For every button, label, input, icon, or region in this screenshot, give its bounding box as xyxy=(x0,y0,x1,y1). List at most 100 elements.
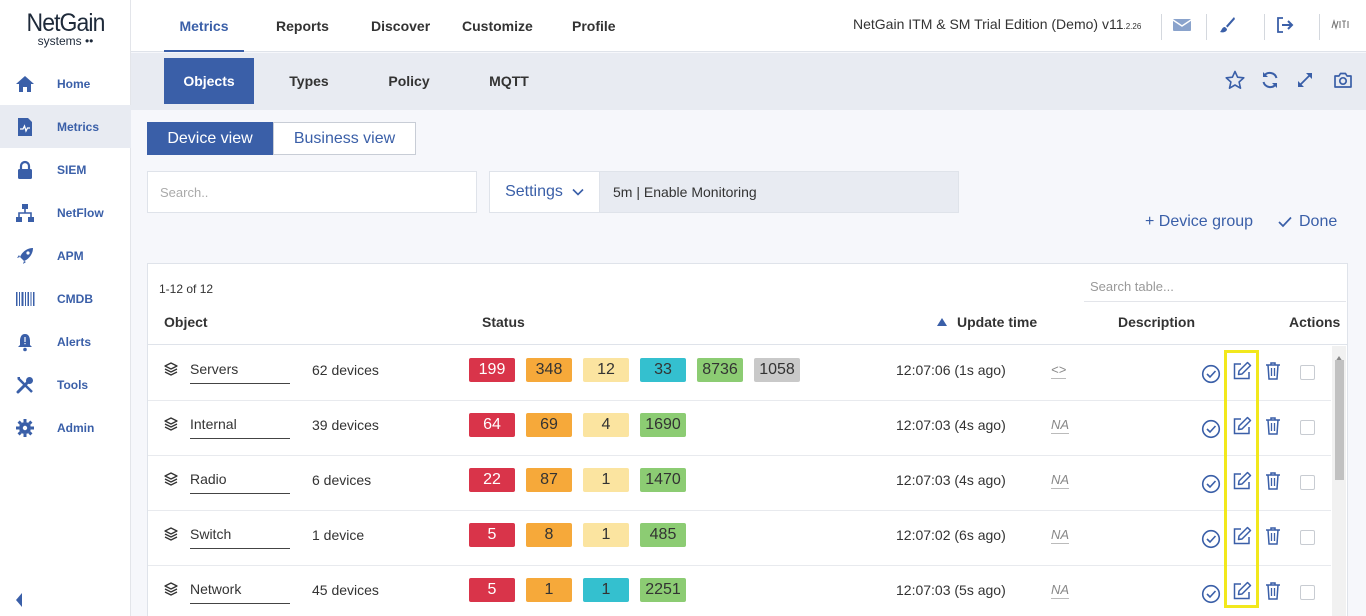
description-value[interactable]: <> xyxy=(1051,362,1067,379)
description-value[interactable]: NA xyxy=(1051,527,1070,544)
status-badge[interactable]: 4 xyxy=(583,413,629,437)
search-input[interactable] xyxy=(147,171,477,213)
sidebar-item-home[interactable]: Home xyxy=(0,62,131,105)
row-checkbox[interactable] xyxy=(1300,475,1315,490)
refresh-button[interactable] xyxy=(1258,70,1282,94)
fullscreen-button[interactable] xyxy=(1293,70,1317,94)
screenshot-button[interactable] xyxy=(1331,70,1355,94)
object-name[interactable]: Network xyxy=(190,581,290,604)
subtab-mqtt[interactable]: MQTT xyxy=(464,58,554,104)
layers-icon xyxy=(164,582,178,601)
subtab-types[interactable]: Types xyxy=(264,58,354,104)
sidebar-item-netflow[interactable]: NetFlow xyxy=(0,191,131,234)
status-badge[interactable]: 1 xyxy=(526,578,572,602)
edit-button[interactable] xyxy=(1231,360,1253,382)
object-name[interactable]: Radio xyxy=(190,471,290,494)
edit-button[interactable] xyxy=(1231,415,1253,437)
description-value[interactable]: NA xyxy=(1051,472,1070,489)
table-row[interactable]: Servers 62 devices 199 348 12 33 8736 1058 12:07… xyxy=(148,346,1331,401)
status-badge[interactable]: 69 xyxy=(526,413,572,437)
logout-button[interactable] xyxy=(1264,14,1304,40)
sidebar-item-siem[interactable]: SIEM xyxy=(0,148,131,191)
status-badge[interactable]: 64 xyxy=(469,413,515,437)
subtab-objects[interactable]: Objects xyxy=(164,58,254,104)
edit-button[interactable] xyxy=(1231,580,1253,602)
row-checkbox[interactable] xyxy=(1300,365,1315,380)
header-description[interactable]: Description xyxy=(1118,314,1195,330)
table-scrollbar[interactable] xyxy=(1332,346,1346,616)
object-name[interactable]: Switch xyxy=(190,526,290,549)
header-status[interactable]: Status xyxy=(482,314,525,330)
user-avatar[interactable] xyxy=(1319,14,1359,40)
sidebar-item-apm[interactable]: APM xyxy=(0,234,131,277)
subtab-policy[interactable]: Policy xyxy=(364,58,454,104)
tab-metrics[interactable]: Metrics xyxy=(164,0,244,52)
collapse-sidebar-icon[interactable] xyxy=(14,592,24,613)
theme-button[interactable] xyxy=(1206,14,1246,40)
check-status-button[interactable] xyxy=(1200,418,1222,440)
favorite-button[interactable] xyxy=(1223,70,1247,94)
sidebar-item-metrics[interactable]: Metrics xyxy=(0,105,131,148)
sidebar-item-cmdb[interactable]: CMDB xyxy=(0,277,131,320)
netgain-logo[interactable]: NetGain systems •• xyxy=(0,10,131,47)
row-checkbox[interactable] xyxy=(1300,530,1315,545)
edit-button[interactable] xyxy=(1231,525,1253,547)
object-name[interactable]: Internal xyxy=(190,416,290,439)
check-status-button[interactable] xyxy=(1200,473,1222,495)
header-update-time[interactable]: Update time xyxy=(937,314,1037,330)
delete-button[interactable] xyxy=(1262,360,1284,382)
status-badge[interactable]: 5 xyxy=(469,578,515,602)
business-view-button[interactable]: Business view xyxy=(273,122,416,155)
sidebar-item-alerts[interactable]: Alerts xyxy=(0,320,131,363)
tab-profile[interactable]: Profile xyxy=(572,0,616,52)
status-badge[interactable]: 1 xyxy=(583,578,629,602)
table-row[interactable]: Switch 1 device 5 8 1 485 12:07:02 (6s ago) NA xyxy=(148,511,1331,566)
row-checkbox[interactable] xyxy=(1300,420,1315,435)
table-row[interactable]: Internal 39 devices 64 69 4 1690 12:07:03 (4s … xyxy=(148,401,1331,456)
mail-button[interactable] xyxy=(1161,14,1201,40)
status-badge[interactable]: 485 xyxy=(640,523,686,547)
delete-button[interactable] xyxy=(1262,580,1284,602)
header-object[interactable]: Object xyxy=(164,314,208,330)
status-badge[interactable]: 8736 xyxy=(697,358,743,382)
status-badge[interactable]: 1 xyxy=(583,523,629,547)
status-badge[interactable]: 5 xyxy=(469,523,515,547)
settings-dropdown[interactable]: Settings xyxy=(489,171,600,213)
device-view-button[interactable]: Device view xyxy=(147,122,273,155)
scrollbar-thumb[interactable] xyxy=(1335,360,1344,480)
table-row[interactable]: Radio 6 devices 22 87 1 1470 12:07:03 (4s ago)… xyxy=(148,456,1331,511)
delete-button[interactable] xyxy=(1262,415,1284,437)
delete-button[interactable] xyxy=(1262,470,1284,492)
status-badge[interactable]: 22 xyxy=(469,468,515,492)
object-name[interactable]: Servers xyxy=(190,361,290,384)
status-badge[interactable]: 1058 xyxy=(754,358,800,382)
table-search-input[interactable] xyxy=(1084,272,1346,302)
row-checkbox[interactable] xyxy=(1300,585,1315,600)
status-badge[interactable]: 33 xyxy=(640,358,686,382)
status-badge[interactable]: 1690 xyxy=(640,413,686,437)
delete-button[interactable] xyxy=(1262,525,1284,547)
done-button[interactable]: Done xyxy=(1278,213,1337,231)
sidebar-item-admin[interactable]: Admin xyxy=(0,406,131,449)
description-value[interactable]: NA xyxy=(1051,582,1070,599)
check-status-button[interactable] xyxy=(1200,583,1222,605)
tab-customize[interactable]: Customize xyxy=(462,0,533,52)
sidebar: NetGain systems •• Home Metrics SIEM Net… xyxy=(0,0,131,616)
status-badge[interactable]: 87 xyxy=(526,468,572,492)
status-badge[interactable]: 8 xyxy=(526,523,572,547)
description-value[interactable]: NA xyxy=(1051,417,1070,434)
tab-discover[interactable]: Discover xyxy=(371,0,430,52)
tab-reports[interactable]: Reports xyxy=(276,0,329,52)
status-badge[interactable]: 1470 xyxy=(640,468,686,492)
edit-button[interactable] xyxy=(1231,470,1253,492)
status-badge[interactable]: 12 xyxy=(583,358,629,382)
table-row[interactable]: Network 45 devices 5 1 1 2251 12:07:03 (5s ago… xyxy=(148,566,1331,616)
check-status-button[interactable] xyxy=(1200,528,1222,550)
status-badge[interactable]: 2251 xyxy=(640,578,686,602)
status-badge[interactable]: 199 xyxy=(469,358,515,382)
sidebar-item-tools[interactable]: Tools xyxy=(0,363,131,406)
check-status-button[interactable] xyxy=(1200,363,1222,385)
status-badge[interactable]: 348 xyxy=(526,358,572,382)
status-badge[interactable]: 1 xyxy=(583,468,629,492)
add-device-group-button[interactable]: + Device group xyxy=(1145,213,1253,231)
